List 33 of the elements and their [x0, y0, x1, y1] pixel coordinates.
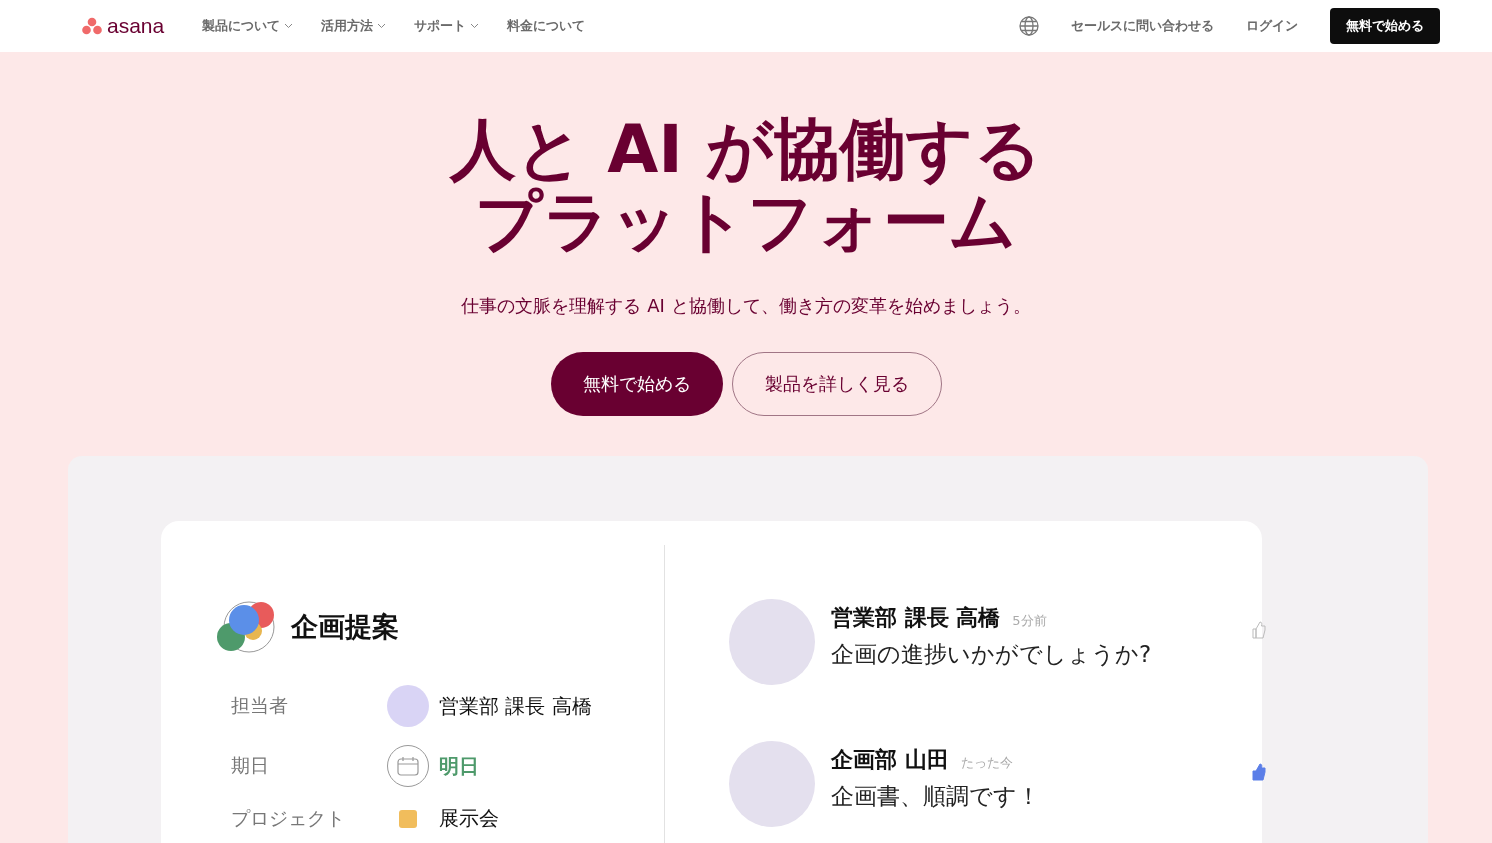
comment-author: 営業部 課長 高橋 — [831, 604, 1001, 632]
contact-sales-link[interactable]: セールスに問い合わせる — [1071, 17, 1214, 35]
comment-time: 5分前 — [1012, 612, 1047, 630]
nav-link[interactable]: サポート — [414, 17, 480, 35]
start-free-button[interactable]: 無料で始める — [1330, 8, 1440, 44]
thumbs-up-icon[interactable] — [1252, 763, 1266, 781]
login-link[interactable]: ログイン — [1246, 17, 1298, 35]
comment-text: 企画の進捗いかがでしょうか? — [831, 640, 1152, 669]
logo-text[interactable]: asana — [107, 14, 165, 38]
logo-icon — [82, 17, 102, 35]
chevron-down-icon — [377, 23, 387, 29]
comment-text: 企画書、順調です！ — [831, 782, 1040, 811]
field-label: プロジェクト — [231, 805, 346, 831]
comment-author: 企画部 山田 — [831, 746, 949, 774]
globe-icon[interactable] — [1019, 16, 1039, 36]
field-value: 営業部 課長 高橋 — [439, 692, 592, 720]
chevron-down-icon — [470, 23, 480, 29]
nav-link[interactable]: 料金について — [507, 17, 586, 35]
hero-subtitle: 仕事の文脈を理解する AI と協働して、働き方の変革を始めましょう。 — [461, 294, 1031, 318]
task-title: 企画提案 — [291, 610, 399, 644]
nav-link[interactable]: 製品について — [202, 17, 294, 35]
comment-time: たった今 — [960, 754, 1013, 772]
hero-title: 人と AI が協働する プラットフォーム — [450, 114, 1042, 258]
thumbs-up-icon[interactable] — [1252, 621, 1266, 639]
field-label: 期日 — [231, 753, 270, 778]
circles-icon — [215, 599, 277, 655]
field-label: 担当者 — [231, 693, 289, 718]
nav-link[interactable]: 活用方法 — [321, 17, 387, 35]
chevron-down-icon — [284, 23, 294, 29]
field-value: 展示会 — [439, 805, 499, 832]
avatar — [387, 685, 429, 727]
field-value: 明日 — [439, 752, 479, 780]
start-free-button[interactable]: 無料で始める — [550, 352, 723, 416]
